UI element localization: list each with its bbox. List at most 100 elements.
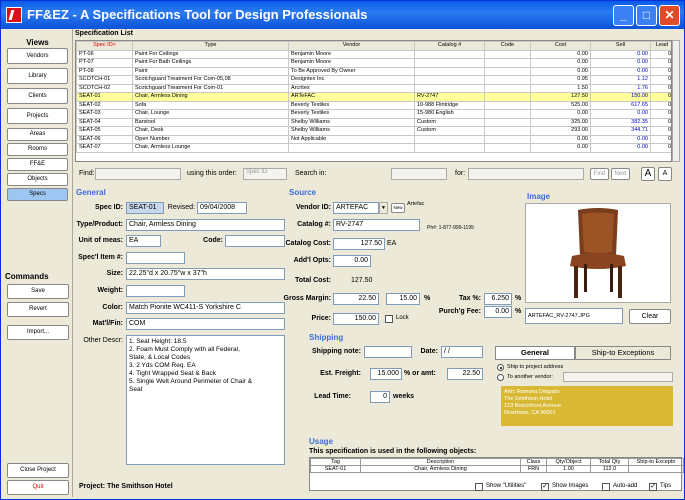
- clear-image-button[interactable]: Clear: [629, 309, 671, 324]
- column-header[interactable]: Type: [132, 41, 289, 51]
- catalog-field[interactable]: RV-2747: [333, 219, 420, 231]
- revised-label: Revised:: [167, 204, 195, 211]
- table-row[interactable]: SCOTCH-02 Scotchguard Treatment For Com-0…: [76, 83, 671, 93]
- font-smaller-button[interactable]: A: [658, 167, 672, 181]
- image-filename-field[interactable]: ARTEFAC_RV-2747.JPG: [525, 308, 623, 324]
- price-label: Price:: [311, 315, 331, 322]
- table-row[interactable]: SEAT-03 Chair, Lounge Beverly Textiles 15-9…: [76, 109, 671, 119]
- table-row[interactable]: SCOTCH-01 Scotchguard Treatment For Com-0…: [76, 75, 671, 85]
- revised-field[interactable]: 09/04/2008: [197, 202, 247, 214]
- gross-margin-pct-field[interactable]: 15.00: [386, 293, 420, 305]
- weight-field[interactable]: [126, 285, 185, 297]
- lead-time-field[interactable]: 0: [370, 391, 390, 403]
- column-header[interactable]: Catalog #: [414, 41, 485, 51]
- price-field[interactable]: 150.00: [333, 313, 379, 325]
- quit-button[interactable]: Quit: [7, 480, 69, 495]
- table-row[interactable]: SEAT-06 Open Number Not Applicable 0.00 0.00…: [76, 134, 671, 144]
- column-header[interactable]: Spec ID>: [76, 41, 133, 51]
- spec-id-field[interactable]: SEAT-01: [126, 202, 164, 214]
- auto-add-label: Auto-add: [613, 483, 638, 489]
- table-row[interactable]: SEAT-05 Chair, Desk Shelby Williams Custom 2…: [76, 126, 671, 136]
- revert-button[interactable]: Revert: [7, 302, 69, 317]
- color-field[interactable]: Match Pionite WC411-S Yorkshire C: [126, 302, 285, 314]
- tab-general[interactable]: General: [495, 346, 575, 360]
- find-input[interactable]: [95, 168, 181, 180]
- table-row[interactable]: SEAT-02 Sofa Beverly Textiles 10-988 Flintr…: [76, 100, 671, 110]
- nav-ffe[interactable]: FF&E: [7, 158, 68, 171]
- minimize-button[interactable]: _: [613, 5, 634, 26]
- show-utilities-label: Show "Utilities": [486, 483, 527, 489]
- column-header[interactable]: Cost: [530, 41, 591, 51]
- search-in-select[interactable]: [391, 168, 447, 180]
- for-input[interactable]: [468, 168, 584, 180]
- nav-projects[interactable]: Projects: [7, 108, 68, 124]
- vendor-id-field[interactable]: ARTEFAC: [333, 202, 379, 214]
- nav-clients[interactable]: Clients: [7, 88, 68, 104]
- nav-objects[interactable]: Objects: [7, 173, 68, 186]
- usage-row[interactable]: SEAT-01 Chair, Armless Dining FRN 1.00 112.0: [310, 465, 684, 473]
- nav-specs[interactable]: Specs: [7, 188, 68, 201]
- gross-margin-field[interactable]: 22.50: [333, 293, 379, 305]
- order-select[interactable]: Spec ID: [243, 168, 287, 180]
- nav-areas[interactable]: Areas: [7, 128, 68, 141]
- address-line: The Smithson Hotel: [504, 396, 553, 402]
- specl-item-field[interactable]: [126, 252, 185, 264]
- nav-library[interactable]: Library: [7, 68, 68, 84]
- table-row[interactable]: PT-08 Paint To Be Approved By Owner 0.00 0.0…: [76, 66, 671, 76]
- table-row[interactable]: SEAT-01 Chair, Armless Dining ARTeFAC RV-27…: [76, 92, 671, 102]
- show-utilities-checkbox[interactable]: [475, 483, 483, 491]
- purchasing-fee-field[interactable]: 0.00: [484, 306, 512, 318]
- type-field[interactable]: Chair, Armless Dining: [126, 219, 285, 231]
- vendor-dropdown-icon[interactable]: ▼: [379, 202, 388, 214]
- next-button[interactable]: Next: [611, 168, 630, 180]
- other-descr-textarea[interactable]: 1. Seat Height: 18.5 2. Foam Must Comply …: [126, 335, 285, 465]
- table-row[interactable]: PT-07 Paint For Bath Ceilings Benjamin Moo…: [76, 58, 671, 68]
- close-project-button[interactable]: Close Project: [7, 463, 69, 478]
- catalog-cost-label: Catalog Cost:: [285, 240, 332, 247]
- import-button[interactable]: Import...: [7, 325, 69, 340]
- nav-rooms[interactable]: Rooms: [7, 143, 68, 156]
- tax-field[interactable]: 6.250: [484, 293, 512, 305]
- addl-opts-field[interactable]: 0.00: [333, 255, 371, 267]
- spec-list-scrollbar[interactable]: [672, 40, 680, 162]
- freight-amt-field[interactable]: 22.50: [447, 368, 483, 380]
- code-field[interactable]: [225, 235, 285, 247]
- size-field[interactable]: 22.25"d x 20.75"w x 37"h: [126, 268, 285, 280]
- table-cell: 0.00: [530, 49, 591, 59]
- column-header[interactable]: Sell: [590, 41, 651, 51]
- table-cell: [288, 143, 415, 153]
- matl-fin-field[interactable]: COM: [126, 318, 285, 330]
- column-header[interactable]: Code: [484, 41, 531, 51]
- new-vendor-button[interactable]: New: [391, 203, 405, 213]
- ship-to-project-radio[interactable]: [497, 364, 504, 371]
- nav-vendors[interactable]: Vendors: [7, 48, 68, 64]
- table-row[interactable]: PT-06 Paint For Ceilings Benjamin Moore 0.0…: [76, 49, 671, 59]
- shipping-note-field[interactable]: [364, 346, 412, 358]
- show-images-checkbox[interactable]: ✓: [541, 483, 549, 491]
- unit-field[interactable]: EA: [126, 235, 161, 247]
- descr-line: 3. 2 Yds COM Req. EA: [129, 362, 196, 369]
- save-button[interactable]: Save: [7, 284, 69, 299]
- auto-add-checkbox[interactable]: [602, 483, 610, 491]
- find-button[interactable]: Find: [590, 168, 609, 180]
- tab-ship-to-exceptions[interactable]: Ship-to Exceptions: [575, 346, 671, 360]
- table-cell: Paint: [132, 66, 289, 76]
- maximize-button[interactable]: □: [636, 5, 657, 26]
- close-button[interactable]: ✕: [659, 5, 680, 26]
- freight-pct-field[interactable]: 15.000: [370, 368, 402, 380]
- product-image[interactable]: [525, 203, 671, 303]
- spec-list-table[interactable]: Spec ID> Type Vendor Catalog # Code Cost Sell L…: [75, 40, 672, 162]
- column-header[interactable]: Vendor: [288, 41, 415, 51]
- lock-checkbox[interactable]: [385, 315, 393, 323]
- table-row[interactable]: SEAT-04 Barstool Shelby Williams Custom 325.…: [76, 117, 671, 127]
- catalog-cost-field[interactable]: 127.50: [333, 238, 385, 250]
- tips-checkbox[interactable]: ✓: [649, 483, 657, 491]
- ship-date-field[interactable]: / /: [441, 346, 483, 358]
- usage-note: This specification is used in the follow…: [309, 448, 477, 455]
- column-header[interactable]: Lead: [650, 41, 671, 51]
- to-another-vendor-radio[interactable]: [497, 374, 504, 381]
- font-larger-button[interactable]: A: [641, 167, 655, 181]
- table-row[interactable]: SEAT-07 Chair, Armless Lounge 0.00 0.00 0: [76, 143, 671, 153]
- vendor-select[interactable]: [563, 372, 673, 382]
- margin-pct-sign: %: [424, 295, 431, 302]
